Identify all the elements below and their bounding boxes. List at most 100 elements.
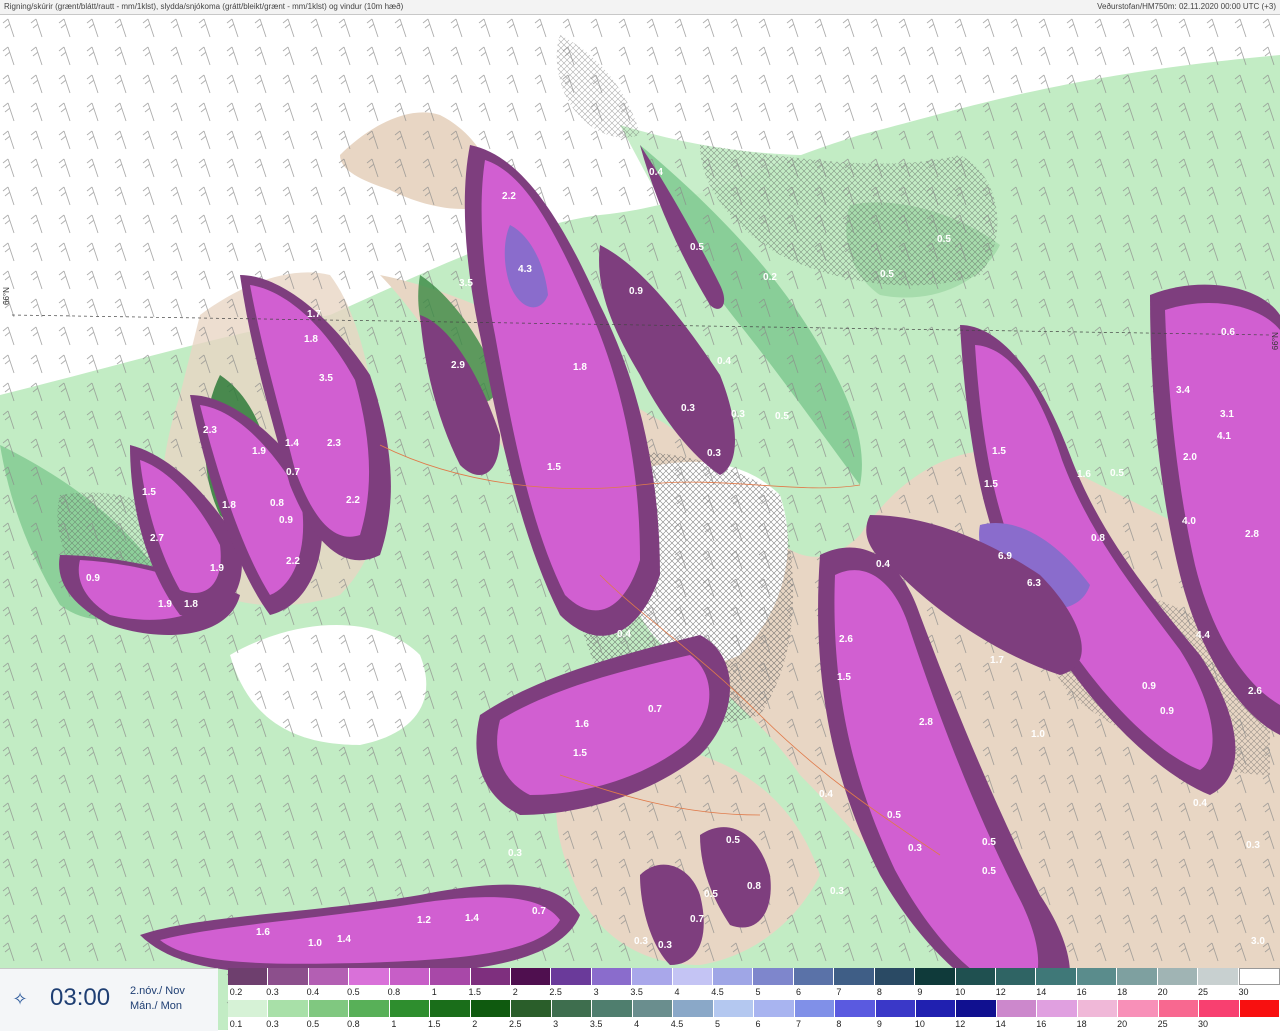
legend-color-cell — [875, 1000, 916, 1017]
legend-tick-label: 7 — [795, 1019, 801, 1029]
map-value-label: 2.7 — [150, 533, 164, 544]
legend-color-cell — [430, 968, 471, 985]
map-value-label: 1.8 — [222, 500, 236, 511]
legend-color-cell — [228, 1000, 269, 1017]
map-value-label: 0.3 — [658, 940, 672, 951]
map-value-label: 4.1 — [1217, 431, 1231, 442]
legend-tick-label: 12 — [955, 1019, 966, 1029]
map-value-label: 1.2 — [417, 915, 431, 926]
legend-color-cell — [228, 968, 269, 985]
legend-color-cell — [389, 968, 431, 985]
map-value-label: 1.4 — [465, 913, 479, 924]
forecast-weekday: Mán./ Mon — [130, 1000, 182, 1012]
legend-tick-label: 30 — [1198, 1019, 1209, 1029]
map-value-label: 0.5 — [726, 835, 740, 846]
legend-color-cell — [996, 1000, 1038, 1017]
legend-rain-labels: 0.1 0.3 0.5 0.8 1 1.5 2 2.5 3 3.5 4 4.5 5 6 7 8 9 10 12 14 1… — [228, 1019, 1280, 1031]
legend-color-cell — [753, 968, 794, 985]
weather-map: 0.4 2.2 4.3 0.8 3.5 0.9 0.5 0.2 0.5 0.5 1.7 1.8 3.5 2… — [0, 15, 1280, 1030]
legend-tick-label: 30 — [1238, 987, 1249, 997]
map-value-label: 0.5 — [982, 837, 996, 848]
legend-color-cell — [1157, 968, 1199, 985]
legend-tick-label: 1 — [431, 987, 437, 997]
legend-color-cell — [835, 1000, 876, 1017]
legend-color-cell — [308, 968, 350, 985]
map-value-label: 0.3 — [908, 843, 922, 854]
legend-color-cell — [915, 1000, 957, 1017]
map-value-label: 4.0 — [1182, 516, 1196, 527]
map-value-label: 2.9 — [451, 360, 465, 371]
map-value-label: 0.8 — [407, 242, 421, 253]
legend-color-cell — [268, 1000, 309, 1017]
legend-tick-label: 4 — [634, 1019, 640, 1029]
map-value-label: 0.2 — [763, 272, 777, 283]
legend-color-cell — [1238, 968, 1280, 985]
map-header: Rigning/skúrir (grænt/blátt/rautt - mm/1… — [0, 0, 1280, 15]
map-value-label: 3.0 — [1251, 936, 1265, 947]
map-value-label: 0.5 — [937, 234, 951, 245]
map-value-label: 2.2 — [502, 191, 516, 202]
compass-star-icon[interactable]: ✧ — [10, 989, 30, 1009]
map-value-label: 0.8 — [270, 498, 284, 509]
map-value-label: 2.8 — [919, 717, 933, 728]
legend-tick-label: 20 — [1157, 987, 1168, 997]
legend-tick-label: 18 — [1076, 1019, 1087, 1029]
legend-tick-label: 0.5 — [306, 1019, 320, 1029]
legend-tick-label: 0.1 — [229, 1019, 243, 1029]
legend-color-cell — [1077, 1000, 1119, 1017]
legend-color-cell — [794, 1000, 836, 1017]
legend-color-cell — [511, 1000, 552, 1017]
map-value-label: 0.9 — [629, 286, 643, 297]
map-value-label: 1.6 — [1077, 469, 1091, 480]
legend-tick-label: 3 — [553, 1019, 559, 1029]
map-title: Rigning/skúrir (grænt/blátt/rautt - mm/1… — [4, 2, 404, 11]
map-value-label: 0.4 — [717, 356, 731, 367]
legend-tick-label: 16 — [1076, 987, 1087, 997]
map-value-label: 2.3 — [327, 438, 341, 449]
legend-tick-label: 2.5 — [508, 1019, 522, 1029]
map-value-label: 1.7 — [307, 309, 321, 320]
legend-tick-label: 7 — [836, 987, 842, 997]
map-value-label: 0.3 — [681, 403, 695, 414]
latitude-label-right: 66°N — [1271, 332, 1280, 350]
map-value-label: 0.5 — [982, 866, 996, 877]
map-value-label: 1.6 — [575, 719, 589, 730]
map-value-label: 2.3 — [203, 425, 217, 436]
legend-tick-label: 3 — [593, 987, 599, 997]
legend-color-cell — [793, 968, 835, 985]
legend-color-cell — [389, 1000, 431, 1017]
legend-tick-label: 4.5 — [670, 1019, 684, 1029]
legend-color-cell — [1158, 1000, 1200, 1017]
legend-tick-label: 9 — [876, 1019, 882, 1029]
legend-color-cell — [673, 1000, 714, 1017]
legend-color-cell — [349, 1000, 390, 1017]
legend-tick-label: 12 — [995, 987, 1006, 997]
map-value-label: 1.8 — [184, 599, 198, 610]
map-value-label: 0.4 — [876, 559, 890, 570]
latitude-label-left: 66°N — [2, 287, 11, 305]
legend-tick-label: 2 — [512, 987, 518, 997]
map-value-label: 3.5 — [319, 373, 333, 384]
map-value-label: 1.5 — [573, 748, 587, 759]
legend-tick-label: 14 — [995, 1019, 1006, 1029]
map-value-label: 0.5 — [690, 242, 704, 253]
legend-tick-label: 10 — [955, 987, 966, 997]
legend-color-cell — [713, 1000, 755, 1017]
map-value-label: 2.0 — [1183, 452, 1197, 463]
map-value-label: 0.3 — [634, 936, 648, 947]
legend-tick-label: 4.5 — [711, 987, 724, 997]
map-value-label: 1.6 — [256, 927, 270, 938]
time-panel: ✧ 03:00 2.nóv./ Nov Mán./ Mon — [0, 968, 218, 1031]
legend-color-cell — [713, 968, 754, 985]
legend-tick-label: 8 — [836, 1019, 842, 1029]
map-value-label: 1.5 — [992, 446, 1006, 457]
map-value-label: 0.9 — [86, 573, 100, 584]
map-value-label: 0.4 — [819, 789, 833, 800]
legend-tick-label: 1.5 — [428, 1019, 441, 1029]
legend-color-cell — [430, 1000, 471, 1017]
legend-tick-label: 10 — [914, 1019, 925, 1029]
legend-tick-label: 1.5 — [468, 987, 482, 997]
legend-color-cell — [592, 1000, 633, 1017]
legend-tick-label: 3.5 — [589, 1019, 603, 1029]
legend-tick-label: 9 — [917, 987, 923, 997]
